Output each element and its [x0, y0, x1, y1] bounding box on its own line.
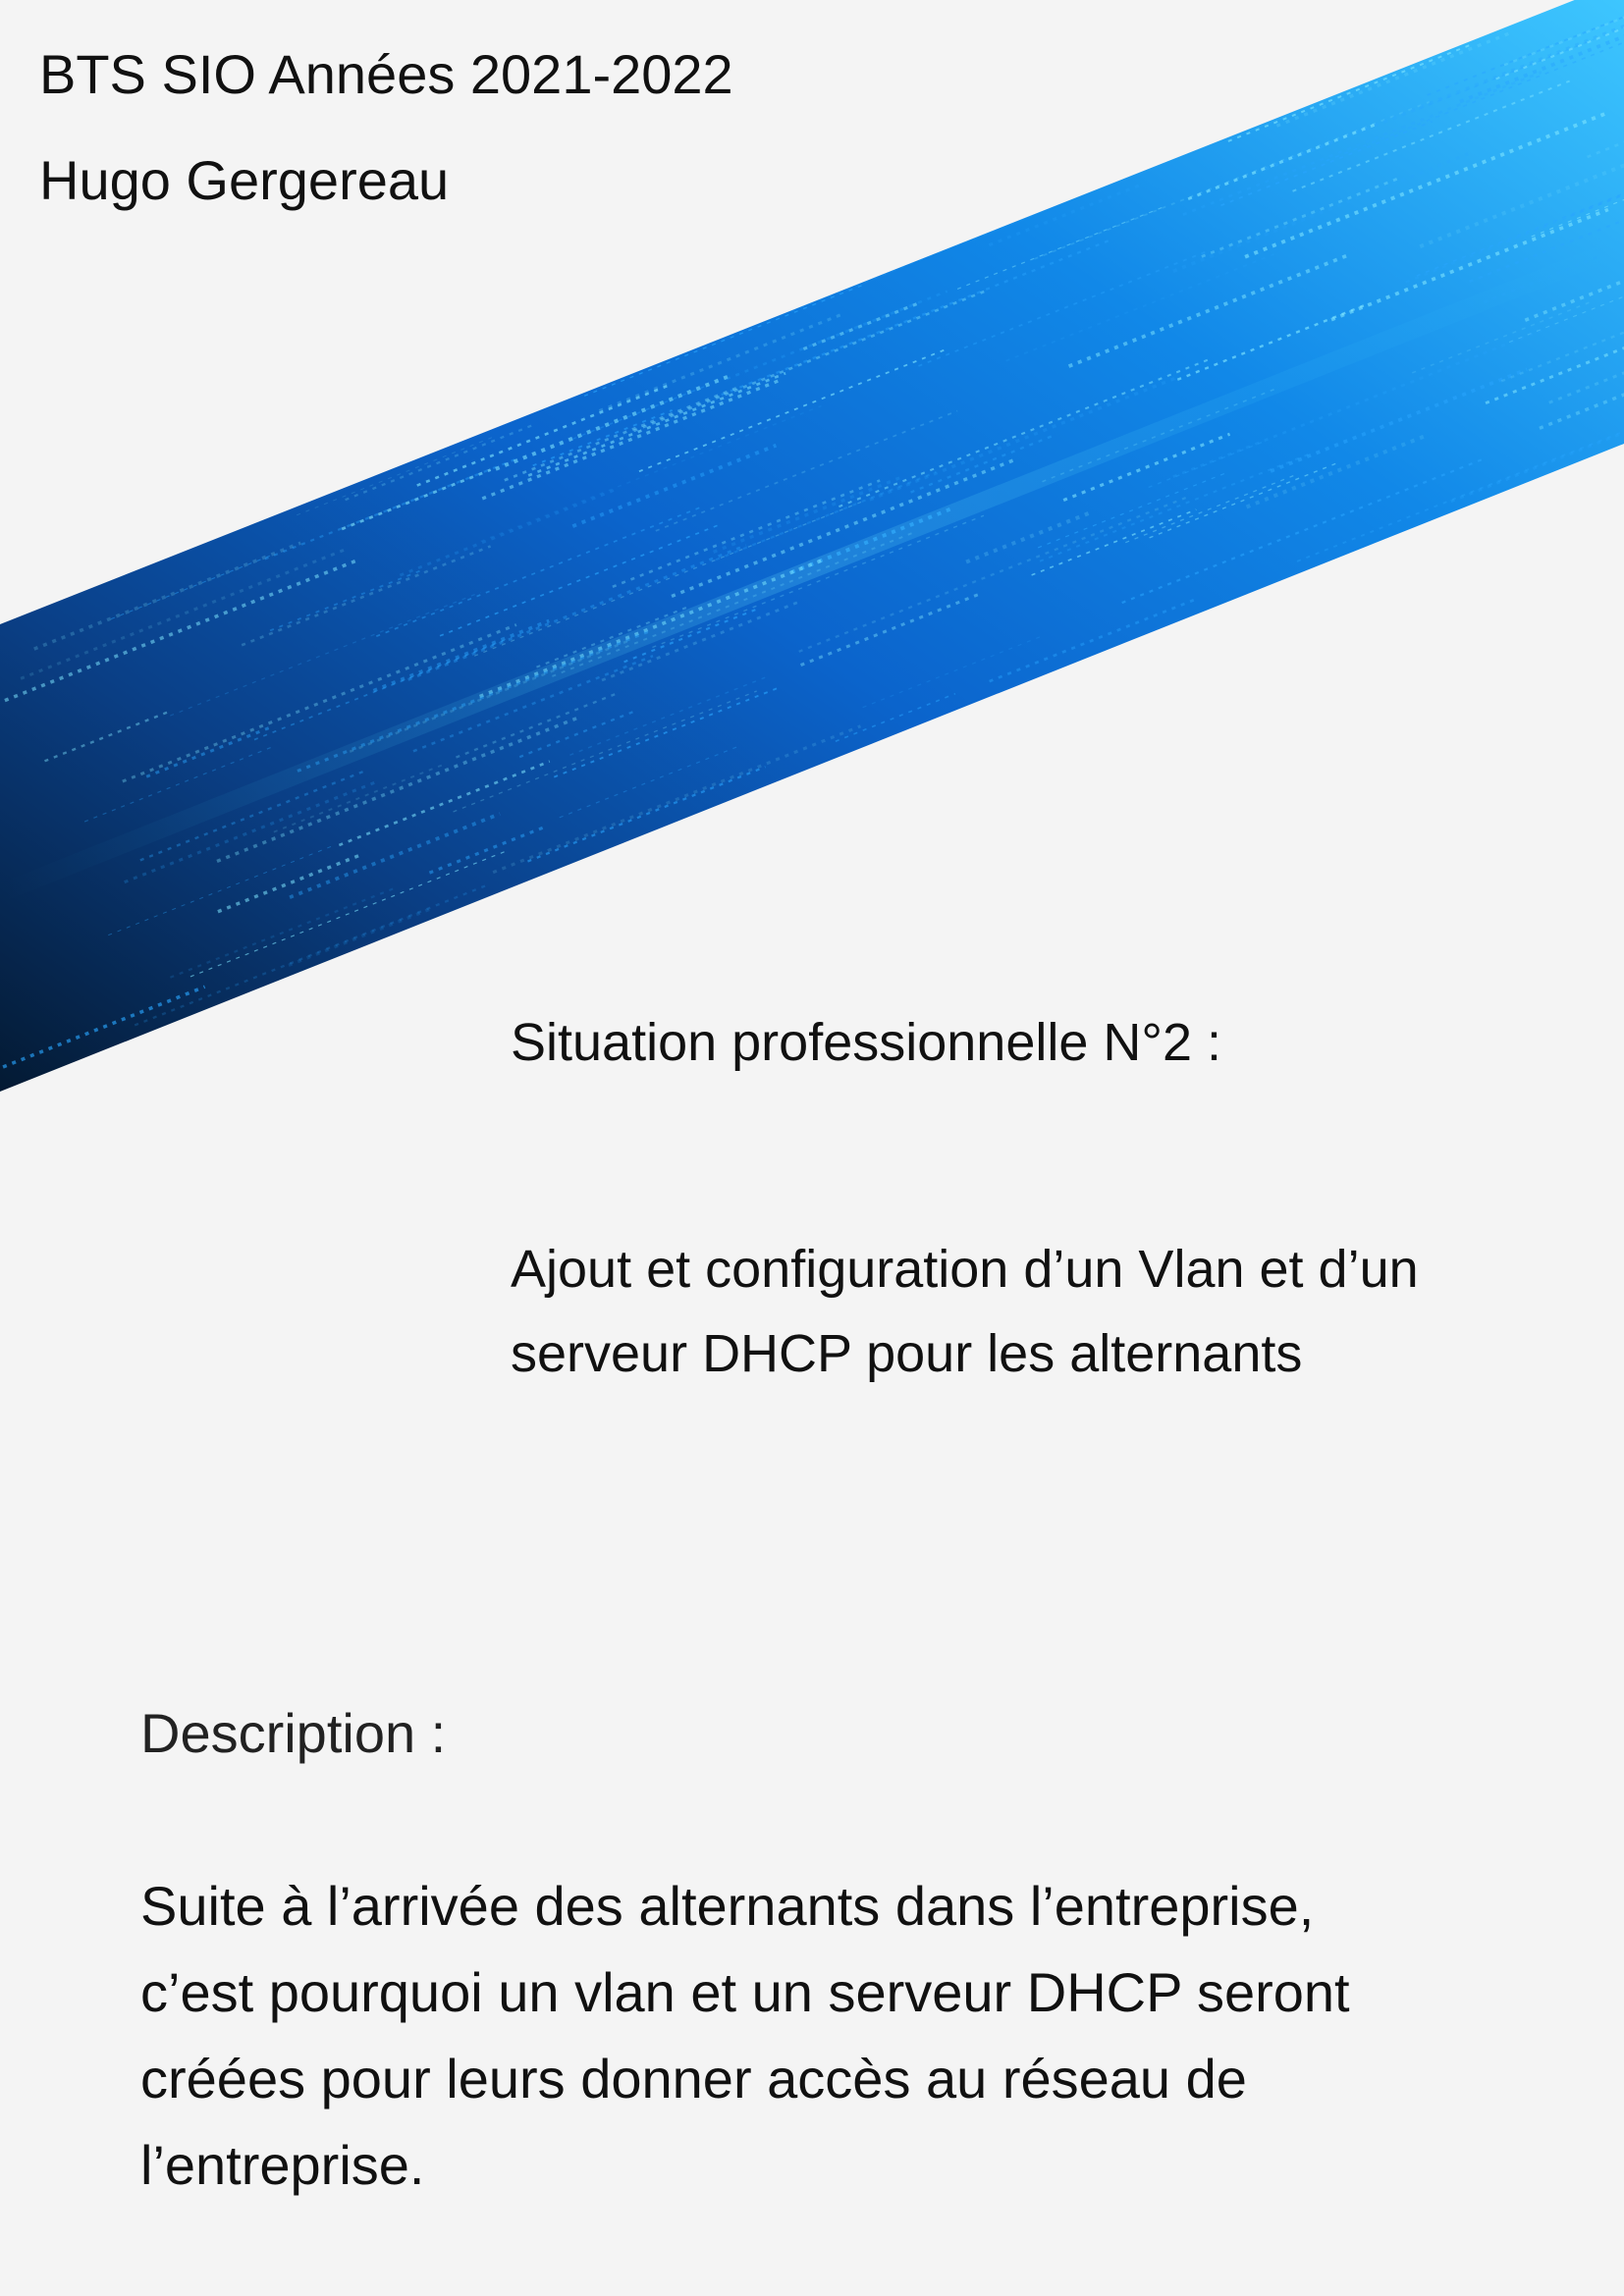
description-line: Suite à l’arrivée des alternants dans l’… [140, 1875, 1315, 1937]
title-line: serveur DHCP pour les alternants [511, 1324, 1303, 1383]
description-label: Description : [140, 1702, 447, 1764]
author-name: Hugo Gergereau [39, 149, 450, 211]
description-body: Suite à l’arrivée des alternants dans l’… [140, 1863, 1574, 2209]
description-line: c’est pourquoi un vlan et un serveur DHC… [140, 1961, 1350, 2023]
school-year-heading: BTS SIO Années 2021-2022 [39, 43, 733, 105]
title-line: Ajout et configuration d’un Vlan et d’un [511, 1240, 1419, 1299]
document-title: Ajout et configuration d’un Vlan et d’un… [511, 1227, 1600, 1396]
description-line: l’entreprise. [140, 2134, 425, 2196]
description-line: créées pour leurs donner accès au réseau… [140, 2048, 1247, 2109]
situation-label: Situation professionnelle N°2 : [511, 1013, 1222, 1072]
